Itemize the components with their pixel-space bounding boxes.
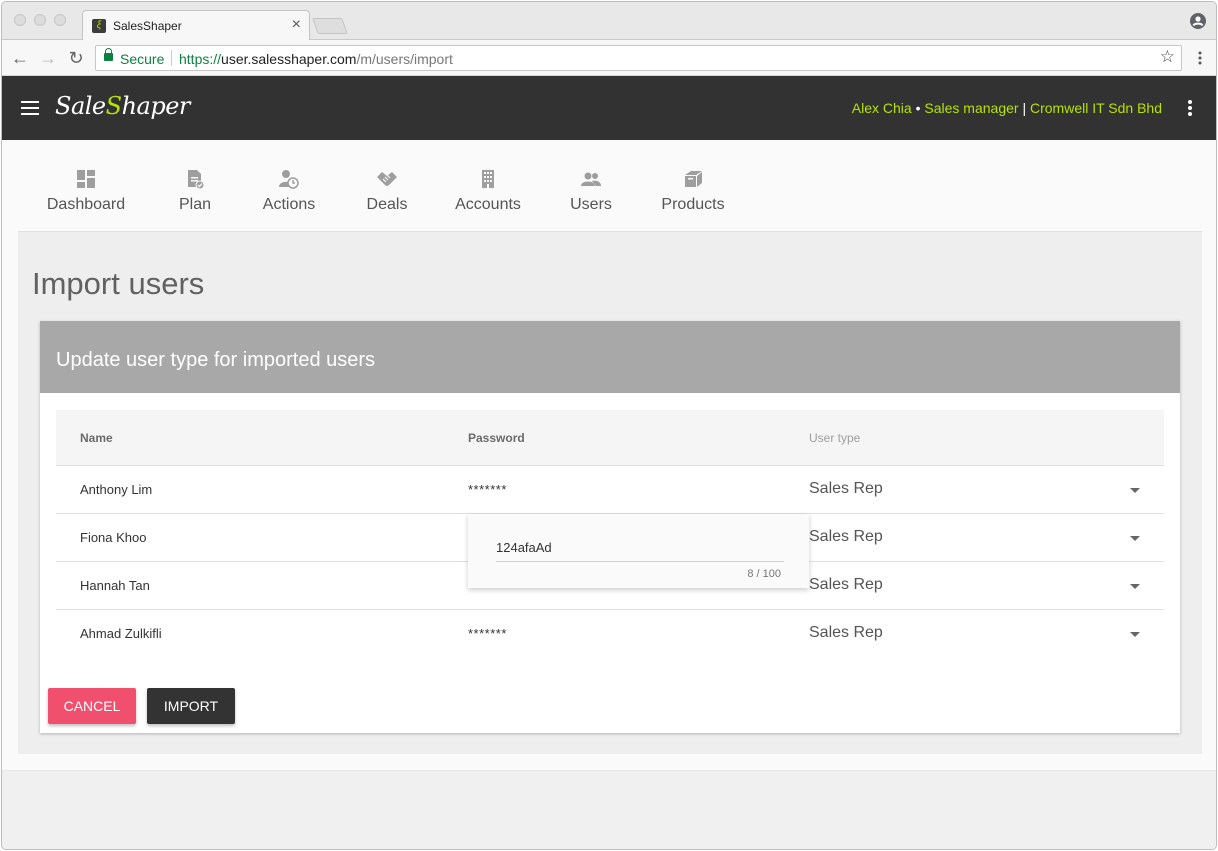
user-type-value: Sales Rep [809,576,883,593]
user-name[interactable]: Alex Chia [852,100,912,116]
nav-label-deals: Deals [366,196,408,213]
import-button[interactable]: Import [147,688,235,724]
close-window-button[interactable] [14,14,26,26]
back-arrow-icon[interactable]: ← [10,48,30,68]
card-header: Update user type for imported users [40,321,1180,393]
hamburger-menu-icon[interactable] [21,101,39,115]
nav-label-users: Users [570,196,612,213]
nav-item-actions[interactable]: Actions [256,140,322,232]
browser-tab[interactable]: ξ SalesShaper × [82,10,310,41]
nav-label-dashboard: Dashboard [46,196,126,213]
password-input[interactable]: 124afaAd [496,538,784,562]
accounts-icon [482,170,494,188]
nav-item-accounts[interactable]: Accounts [450,140,526,232]
nav-item-plan[interactable]: Plan [170,140,220,232]
dropdown-caret-icon [1130,584,1140,589]
dropdown-caret-icon [1130,536,1140,541]
user-type-value: Sales Rep [809,480,883,497]
main-nav: Dashboard Plan Actions Deals Accounts Us… [18,140,1202,232]
url-scheme: https:// [179,51,222,67]
user-name-cell: Hannah Tan [80,578,150,593]
reload-icon[interactable]: ↻ [66,48,86,68]
password-edit-popover: 124afaAd 8 / 100 [468,514,809,588]
profile-icon[interactable] [1190,13,1206,29]
card-title: Update user type for imported users [56,349,376,371]
salesshaper-logo[interactable]: SaleShaper [55,92,190,120]
nav-label-plan: Plan [178,196,212,213]
new-tab-button[interactable] [312,18,348,34]
browser-menu-icon[interactable] [1198,51,1202,65]
import-card: Update user type for imported users Name… [40,321,1180,733]
url-text[interactable]: https://user.salesshaper.com/m/users/imp… [179,51,453,67]
logo-bolt: S [105,92,122,120]
plan-icon [188,170,205,190]
character-counter: 8 / 100 [747,568,781,580]
user-type-select[interactable]: Sales Rep [809,522,1140,554]
address-separator [171,50,172,66]
browser-window: ξ SalesShaper × ← → ↻ Secure https://use… [1,1,1217,850]
user-type-select[interactable]: Sales Rep [809,474,1140,506]
user-info: Alex Chia • Sales manager | Cromwell IT … [852,100,1162,116]
app-header: SaleShaper Alex Chia • Sales manager | C… [2,76,1216,140]
lock-icon [104,48,113,61]
nav-item-dashboard[interactable]: Dashboard [46,140,126,232]
table-row: Ahmad Zulkifli ******* Sales Rep [56,610,1164,658]
nav-item-products[interactable]: Products [656,140,730,232]
user-type-value: Sales Rep [809,528,883,545]
dropdown-caret-icon [1130,632,1140,637]
deals-icon [377,172,397,186]
nav-label-products: Products [661,196,725,213]
cancel-button[interactable]: Cancel [48,688,136,724]
user-name-cell: Ahmad Zulkifli [80,626,162,641]
browser-toolbar: ← → ↻ Secure https://user.salesshaper.co… [2,40,1216,76]
user-info-pipe: | [1018,100,1030,116]
logo-text-post: haper [121,92,191,120]
page-title: Import users [32,266,205,301]
address-bar[interactable]: Secure https://user.salesshaper.com/m/us… [95,45,1182,71]
tab-title: SalesShaper [113,19,182,33]
bookmark-star-icon[interactable]: ☆ [1160,47,1175,67]
dashboard-icon [77,170,95,188]
browser-tabstrip: ξ SalesShaper × [2,2,1216,41]
page-footer-area [2,770,1216,849]
products-icon [685,171,702,187]
tab-close-icon[interactable]: × [292,16,301,34]
page-content: Dashboard Plan Actions Deals Accounts Us… [2,140,1216,770]
user-name-cell: Fiona Khoo [80,530,147,545]
column-header-user-type: User type [809,431,861,445]
nav-item-deals[interactable]: Deals [362,140,412,232]
user-name-cell: Anthony Lim [80,482,153,497]
column-header-password: Password [468,431,525,445]
logo-text-pre: Sale [55,92,106,120]
nav-item-users[interactable]: Users [563,140,619,232]
column-header-name: Name [80,431,113,445]
url-path: /m/users/import [356,51,453,67]
user-info-dot: • [911,100,925,116]
salesshaper-favicon-icon: ξ [92,19,106,33]
nav-label-actions: Actions [262,196,316,213]
actions-icon [279,170,299,189]
user-type-value: Sales Rep [809,624,883,641]
main-area: Import users Update user type for import… [18,232,1202,754]
app-menu-icon[interactable] [1188,100,1192,116]
minimize-window-button[interactable] [34,14,46,26]
dropdown-caret-icon [1130,488,1140,493]
user-type-select[interactable]: Sales Rep [809,618,1140,650]
maximize-window-button[interactable] [54,14,66,26]
user-role[interactable]: Sales manager [924,100,1018,116]
forward-arrow-icon[interactable]: → [38,48,58,68]
url-host: user.salesshaper.com [221,51,357,67]
users-icon [581,172,601,186]
user-company[interactable]: Cromwell IT Sdn Bhd [1030,100,1162,116]
nav-label-accounts: Accounts [455,196,521,213]
secure-label: Secure [120,51,165,67]
table-header: Name Password User type [56,410,1164,466]
user-type-select[interactable]: Sales Rep [809,570,1140,602]
password-cell[interactable]: ******* [468,626,507,641]
table-row: Anthony Lim ******* Sales Rep [56,466,1164,514]
password-cell[interactable]: ******* [468,482,507,497]
